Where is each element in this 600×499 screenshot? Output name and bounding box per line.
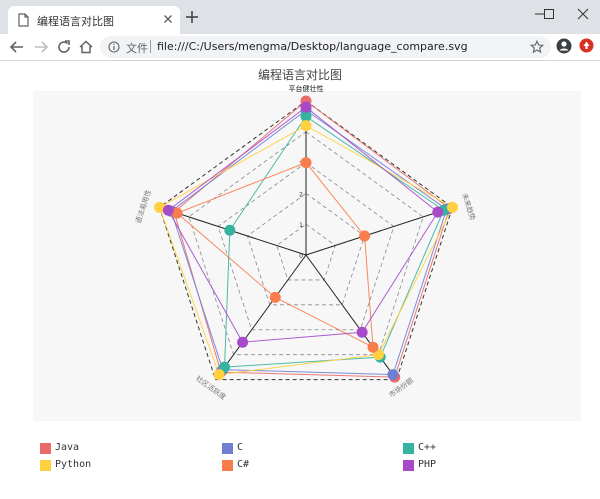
data-point (432, 206, 444, 218)
axis-spoke (305, 206, 453, 256)
tab-title: 编程语言对比图 (37, 15, 114, 28)
radial-tick-label: 0 (299, 253, 303, 260)
browser-toolbar: 文件 file:///C:/Users/mengma/Desktop/langu… (0, 34, 600, 60)
legend-label: Python (55, 459, 92, 470)
radar-chart: 0123平台健壮性未来趋势市场份额社区活跃度语法易用性 (133, 84, 477, 401)
forward-icon[interactable] (32, 38, 50, 56)
extension-icon[interactable] (579, 38, 594, 53)
browser-tab[interactable]: 编程语言对比图 (8, 6, 180, 34)
data-point (387, 369, 399, 381)
page-content: 编程语言对比图 0123平台健壮性未来趋势市场份额社区活跃度语法易用性 Java… (0, 61, 600, 499)
data-point (162, 204, 174, 216)
new-tab-icon[interactable] (184, 9, 200, 25)
data-point (300, 101, 312, 113)
home-icon[interactable] (77, 38, 95, 56)
legend-label: C (237, 442, 244, 453)
radial-tick-label: 1 (299, 222, 303, 229)
axis-label: 平台健壮性 (289, 84, 324, 93)
legend-label: C++ (418, 442, 437, 453)
data-point (356, 326, 368, 338)
info-icon[interactable] (108, 41, 120, 53)
document-icon (18, 13, 29, 27)
maximize-icon (544, 9, 554, 19)
series-line (173, 100, 451, 378)
data-point (300, 157, 312, 169)
bookmark-star-icon[interactable] (530, 40, 544, 54)
omnibox-separator (150, 40, 151, 53)
back-icon[interactable] (8, 38, 26, 56)
legend-swatch (403, 443, 414, 454)
reload-icon[interactable] (55, 38, 73, 56)
url-text[interactable]: file:///C:/Users/mengma/Desktop/language… (157, 40, 468, 53)
data-point (213, 369, 225, 381)
close-window-icon (577, 8, 589, 20)
legend-swatch (222, 443, 233, 454)
data-point (224, 224, 236, 236)
legend-swatch (222, 460, 233, 471)
close-tab-icon[interactable] (160, 11, 176, 27)
address-bar[interactable]: 文件 file:///C:/Users/mengma/Desktop/langu… (100, 36, 551, 58)
data-point (367, 341, 379, 353)
series-line (167, 106, 439, 343)
series-line (224, 115, 445, 368)
axis-label: 未来趋势 (460, 192, 477, 221)
data-point (359, 230, 371, 242)
profile-icon[interactable] (556, 38, 572, 54)
legend-swatch (40, 443, 51, 454)
legend-label: Java (55, 442, 80, 453)
radial-tick-label: 2 (299, 191, 303, 198)
legend-label: PHP (418, 459, 437, 470)
browser-titlebar: 编程语言对比图 (0, 0, 600, 34)
scheme-label: 文件 (126, 42, 148, 55)
data-point (237, 336, 249, 348)
maximize-button[interactable] (532, 0, 566, 28)
data-point (300, 120, 312, 132)
axis-label: 语法易用性 (133, 189, 152, 225)
data-point (446, 201, 458, 213)
data-point (269, 291, 281, 303)
legend-swatch (40, 460, 51, 471)
legend-swatch (403, 460, 414, 471)
series-line (170, 109, 448, 376)
legend-label: C# (237, 459, 250, 470)
close-window-button[interactable] (566, 0, 600, 28)
